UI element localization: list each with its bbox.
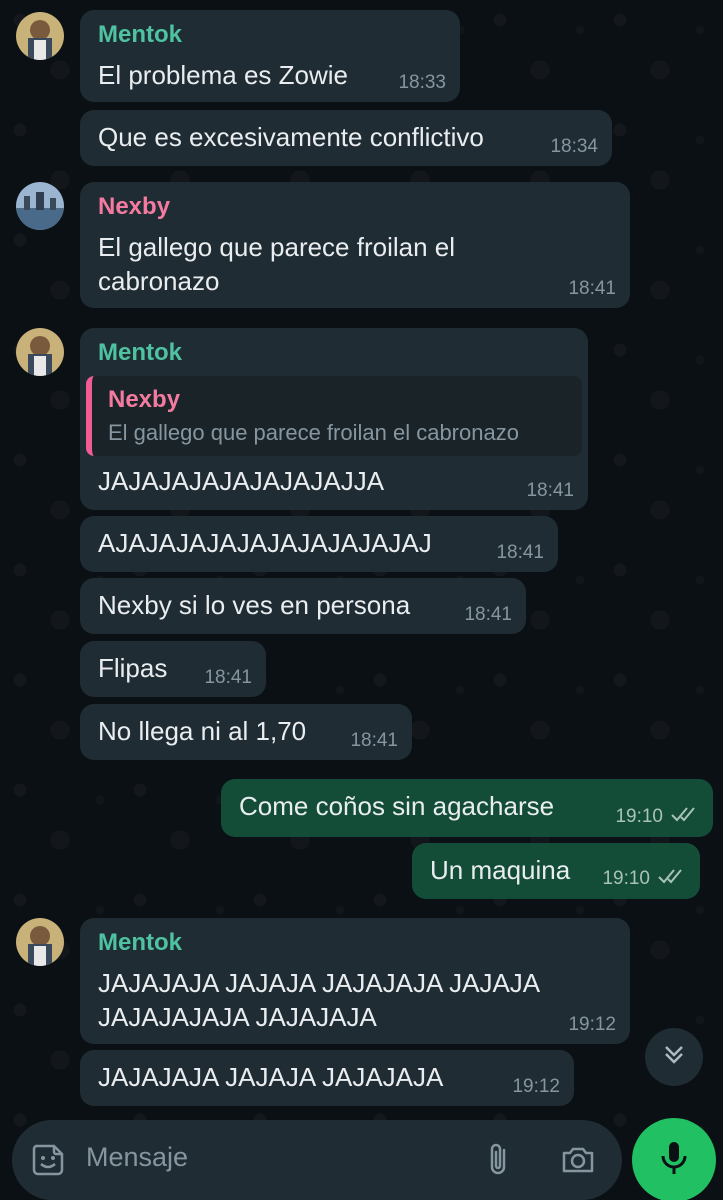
- microphone-icon: [658, 1140, 690, 1181]
- outgoing-message-bubble[interactable]: Come coños sin agacharse 19:10: [221, 779, 713, 837]
- message-bubble[interactable]: Mentok El problema es Zowie 18:33: [80, 10, 460, 102]
- quoted-text: El gallego que parece froilan el cabrona…: [108, 420, 519, 445]
- message-time: 18:41: [204, 667, 252, 688]
- message-time: 19:10: [602, 868, 650, 889]
- message-time: 18:33: [398, 72, 446, 93]
- outgoing-message-bubble[interactable]: Un maquina 19:10: [412, 843, 700, 899]
- message-text: El problema es Zowie: [98, 60, 348, 90]
- message-bubble[interactable]: Nexby El gallego que parece froilan el c…: [80, 182, 630, 308]
- paperclip-icon[interactable]: [478, 1140, 518, 1180]
- message-time: 18:41: [496, 542, 544, 563]
- message-time: 19:12: [512, 1076, 560, 1097]
- message-time: 18:41: [526, 480, 574, 501]
- message-time: 18:41: [350, 730, 398, 751]
- avatar-mentok[interactable]: [16, 918, 64, 966]
- message-text: JAJAJAJAJAJAJAJAJJA: [98, 466, 385, 496]
- voice-message-button[interactable]: [632, 1118, 716, 1200]
- message-time: 18:34: [550, 136, 598, 157]
- quoted-sender: Nexby: [108, 386, 181, 413]
- avatar-mentok[interactable]: [16, 328, 64, 376]
- message-time: 19:10: [615, 806, 663, 827]
- message-bubble[interactable]: Flipas 18:41: [80, 641, 266, 697]
- message-time: 19:12: [568, 1014, 616, 1035]
- camera-icon[interactable]: [558, 1140, 598, 1180]
- double-chevron-down-icon: [661, 1042, 687, 1073]
- message-time: 18:41: [464, 604, 512, 625]
- avatar-nexby[interactable]: [16, 182, 64, 230]
- message-bubble[interactable]: AJAJAJAJAJAJAJAJAJAJAJ 18:41: [80, 516, 558, 572]
- message-meta: 19:10: [602, 867, 686, 891]
- message-text: Nexby si lo ves en persona: [98, 590, 411, 620]
- sender-name[interactable]: Mentok: [98, 20, 442, 50]
- message-text: Que es excesivamente conflictivo: [98, 122, 484, 152]
- message-text: AJAJAJAJAJAJAJAJAJAJAJ: [98, 528, 432, 558]
- message-bubble[interactable]: Mentok JAJAJAJA JAJAJA JAJAJAJA JAJAJA J…: [80, 918, 630, 1044]
- message-time: 18:41: [568, 278, 616, 299]
- message-text: JAJAJAJA JAJAJA JAJAJAJA: [98, 1062, 444, 1092]
- quoted-message[interactable]: Nexby El gallego que parece froilan el c…: [86, 376, 582, 456]
- message-bubble[interactable]: Que es excesivamente conflictivo 18:34: [80, 110, 612, 166]
- message-text: JAJAJAJA JAJAJA JAJAJAJA JAJAJA JAJAJAJA…: [98, 968, 541, 1032]
- double-check-icon: [671, 805, 699, 829]
- message-meta: 19:10: [615, 805, 699, 829]
- message-bubble[interactable]: No llega ni al 1,70 18:41: [80, 704, 412, 760]
- scroll-to-bottom-button[interactable]: [645, 1028, 703, 1086]
- message-input[interactable]: Mensaje: [86, 1142, 188, 1173]
- sticker-icon[interactable]: [28, 1140, 68, 1180]
- message-bubble[interactable]: JAJAJAJA JAJAJA JAJAJAJA 19:12: [80, 1050, 574, 1106]
- message-bubble[interactable]: Nexby si lo ves en persona 18:41: [80, 578, 526, 634]
- sender-name[interactable]: Mentok: [98, 338, 582, 368]
- sender-name[interactable]: Mentok: [98, 928, 612, 958]
- sender-name[interactable]: Nexby: [98, 192, 612, 222]
- message-composer[interactable]: Mensaje: [12, 1120, 622, 1200]
- message-text: El gallego que parece froilan el cabrona…: [98, 232, 456, 296]
- double-check-icon: [658, 867, 686, 891]
- avatar-mentok[interactable]: [16, 12, 64, 60]
- message-bubble-with-reply[interactable]: Mentok Nexby El gallego que parece froil…: [80, 328, 588, 510]
- message-list[interactable]: Mentok El problema es Zowie 18:33 Que es…: [0, 0, 723, 1110]
